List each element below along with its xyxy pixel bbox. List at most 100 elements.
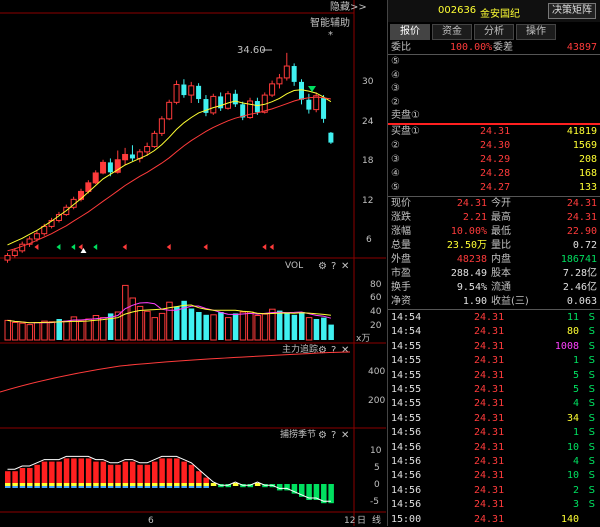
sell-order-row[interactable]: ③	[388, 82, 600, 96]
buy-order-row[interactable]: ⑤ 24.27 133	[388, 181, 600, 195]
season-bar-base	[107, 483, 114, 486]
sell-order-row[interactable]: ⑤	[388, 55, 600, 69]
tick-row[interactable]: 14:56 24.31 4 S	[388, 455, 600, 469]
period-line-button[interactable]: 线	[372, 514, 381, 526]
candle-body	[196, 85, 202, 100]
season-bar	[166, 458, 173, 484]
candle-body	[299, 81, 304, 100]
sell-order-row[interactable]: ④	[388, 69, 600, 83]
tick-row[interactable]: 14:55 24.31 1008 S	[388, 340, 600, 354]
tab-analysis[interactable]: 分析	[474, 24, 514, 40]
tab-operation[interactable]: 操作	[516, 24, 556, 40]
tick-volume: 1	[572, 427, 579, 439]
tick-row[interactable]: 14:55 24.31 34 S	[388, 412, 600, 426]
season-bar	[12, 471, 18, 484]
season-settings-icon[interactable]: ⚙	[318, 430, 327, 441]
tick-row[interactable]: 14:56 24.31 3 S	[388, 498, 600, 512]
tick-volume: 4	[572, 456, 579, 467]
hide-button[interactable]: 隐藏>>	[330, 1, 367, 13]
main-force-settings-icon[interactable]: ⚙	[318, 345, 327, 356]
season-bar-base	[152, 486, 158, 488]
tick-row[interactable]: 14:55 24.31 4 S	[388, 397, 600, 411]
vol-help-icon[interactable]: ?	[331, 261, 336, 272]
vol-close-icon[interactable]: ✕	[341, 261, 349, 272]
tick-price: 24.31	[474, 384, 505, 395]
tick-row[interactable]: 14:55 24.31 5 S	[388, 369, 600, 383]
sell-order-row[interactable]: ②	[388, 96, 600, 110]
buy-order-label: ④	[391, 168, 400, 179]
season-axis-label: 0	[374, 480, 380, 490]
tab-quote[interactable]: 报价	[390, 24, 430, 40]
quote-value: 7.28亿	[562, 268, 597, 279]
tick-row[interactable]: 14:56 24.31 10 S	[388, 441, 600, 455]
sell-order-label: ③	[391, 83, 400, 94]
season-bar-base	[49, 483, 55, 486]
period-day-button[interactable]: 日	[357, 515, 366, 526]
tab-funds[interactable]: 资金	[432, 24, 472, 40]
tick-volume: 4	[572, 398, 579, 410]
quote-row: 换手 9.54% 流通 2.46亿	[388, 281, 600, 295]
season-bar	[144, 464, 151, 484]
season-bar	[85, 458, 92, 484]
tick-flag: S	[588, 340, 595, 352]
quote-panel: 002636 金安国纪 决策矩阵 报价 资金 分析 操作 委比 100.00% …	[387, 0, 600, 526]
season-bar	[196, 471, 202, 484]
season-close-icon[interactable]: ✕	[341, 430, 349, 441]
tick-flag: S	[588, 484, 595, 496]
season-bar-base	[188, 486, 195, 488]
buy-order-price: 24.31	[480, 126, 511, 137]
season-bar-base	[63, 483, 70, 486]
smart-assist-label[interactable]: 智能辅助	[310, 16, 350, 29]
season-help-icon[interactable]: ?	[331, 430, 336, 441]
bid-ratio-row: 委比 100.00% 委差 43897	[388, 40, 600, 55]
buy-order-row[interactable]: ② 24.30 1569	[388, 139, 600, 153]
decision-matrix-button[interactable]: 决策矩阵	[548, 3, 596, 19]
main-force-help-icon[interactable]: ?	[331, 345, 336, 356]
candle-body	[306, 99, 312, 110]
season-bar	[78, 458, 84, 484]
season-bar-base	[166, 483, 173, 486]
season-bar-base	[144, 486, 151, 488]
tick-row[interactable]: 14:55 24.31 1 S	[388, 354, 600, 368]
tick-time: 14:54	[391, 312, 422, 323]
stock-header: 002636 金安国纪 决策矩阵	[388, 0, 600, 22]
kline-chart-area[interactable]: 隐藏>> 智能辅助 * 34.60 30 24 18 12 6 VOL ⚙ ? …	[0, 0, 386, 526]
tick-row[interactable]: 14:55 24.31 5 S	[388, 383, 600, 397]
volume-bar	[19, 322, 26, 341]
buy-order-row[interactable]: 买盘① 24.31 41819	[388, 125, 600, 139]
season-bar-base	[49, 486, 55, 488]
sell-order-row[interactable]: 卖盘①	[388, 109, 600, 123]
tick-flag: S	[588, 427, 595, 439]
tick-row[interactable]: 14:56 24.31 10 S	[388, 469, 600, 483]
vol-axis-label: 40	[370, 307, 382, 317]
volume-bar	[174, 306, 180, 340]
season-bar-base	[71, 483, 77, 486]
vol-settings-icon[interactable]: ⚙	[318, 261, 327, 272]
quote-label: 净资	[391, 296, 411, 307]
buy-order-price: 24.27	[480, 182, 511, 193]
tick-row[interactable]: 14:54 24.31 11 S	[388, 311, 600, 325]
quote-value: 0.063	[566, 296, 597, 307]
tick-price: 24.31	[474, 499, 505, 511]
tick-row[interactable]: 14:54 24.31 80 S	[388, 325, 600, 339]
volume-bar	[100, 317, 107, 341]
volume-bar	[26, 324, 34, 341]
tick-flag: S	[588, 499, 595, 511]
volume-bar	[313, 319, 320, 340]
tick-row[interactable]: 15:00 24.31 140	[388, 513, 600, 527]
tick-price: 24.31	[474, 484, 505, 496]
buy-order-row[interactable]: ③ 24.29 208	[388, 153, 600, 167]
season-bar	[49, 461, 55, 484]
volume-bar	[239, 311, 247, 341]
season-bar-base	[34, 483, 40, 486]
stock-name: 金安国纪	[480, 9, 520, 20]
volume-bar	[196, 312, 202, 340]
season-bar-base	[71, 486, 77, 488]
tick-row[interactable]: 14:56 24.31 2 S	[388, 484, 600, 498]
tick-row[interactable]: 14:56 24.31 1 S	[388, 426, 600, 440]
volume-bar	[85, 318, 92, 341]
main-force-close-icon[interactable]: ✕	[341, 345, 349, 356]
buy-order-row[interactable]: ④ 24.28 168	[388, 167, 600, 181]
candle-body	[173, 84, 180, 103]
candle-body	[33, 233, 40, 240]
